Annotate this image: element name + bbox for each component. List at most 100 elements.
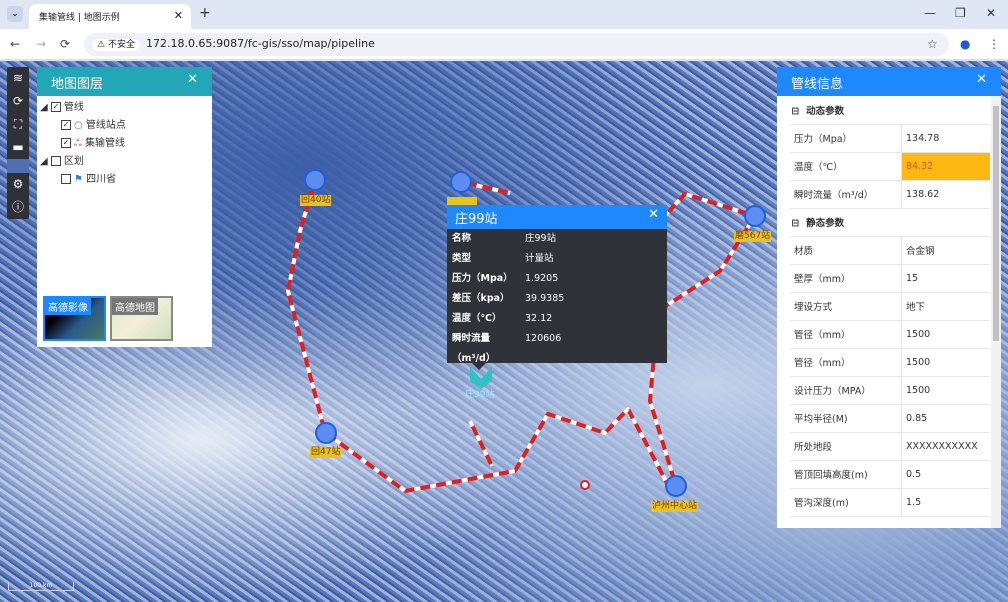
new-tab-button[interactable]: + bbox=[199, 5, 211, 21]
property-row: 管沟深度(m) 1.5 bbox=[777, 488, 990, 517]
layers-icon[interactable]: ≋ bbox=[7, 67, 29, 90]
close-tab-icon[interactable]: ✕ bbox=[174, 9, 183, 22]
browser-tab[interactable]: 集输管线 | 地图示例 ✕ bbox=[29, 4, 191, 29]
property-row: 温度（℃） 84.32 bbox=[777, 152, 990, 181]
property-value: 地下 bbox=[901, 292, 990, 321]
close-icon[interactable]: ✕ bbox=[187, 72, 198, 87]
url-text: 172.18.0.65:9087/fc-gis/sso/map/pipeline bbox=[145, 37, 375, 50]
checkbox[interactable]: ✓ bbox=[61, 138, 71, 148]
property-value: 1.5 bbox=[901, 488, 990, 517]
property-row: 设计压力（MPA） 1500 bbox=[777, 376, 990, 405]
station-popup: 庄99站 ✕ 名称 庄99站 类型 计量站 压力（Mpa） 1.9205 差压（kpa） 39.… bbox=[447, 205, 667, 364]
property-row: 压力（Mpa） 134.78 bbox=[777, 124, 990, 153]
close-window-button[interactable]: ✕ bbox=[986, 6, 996, 20]
station-label: 庄99站 bbox=[465, 390, 495, 400]
basemap-switcher: 高德影像 高德地图 bbox=[43, 296, 173, 341]
region-flag-icon: ⚑ bbox=[74, 174, 83, 185]
toolbar-gap bbox=[7, 159, 29, 173]
popup-key: 温度（℃） bbox=[452, 313, 502, 324]
popup-row: 差压（kpa） 39.9385 bbox=[447, 289, 667, 309]
popup-title: 庄99站 bbox=[455, 212, 498, 227]
close-icon[interactable]: ✕ bbox=[976, 72, 987, 87]
property-value: XXXXXXXXXXX bbox=[901, 432, 990, 461]
browser-tab-bar: ⌄ 集输管线 | 地图示例 ✕ + — ❐ ✕ bbox=[0, 0, 1008, 29]
tab-search-button[interactable]: ⌄ bbox=[7, 6, 23, 22]
minimize-button[interactable]: — bbox=[924, 6, 936, 20]
property-key: 设计压力（MPA） bbox=[777, 376, 902, 405]
basemap-street[interactable]: 高德地图 bbox=[110, 296, 173, 341]
property-key: 温度（℃） bbox=[777, 152, 902, 181]
property-row: 瞬时流量（m³/d） 138.62 bbox=[777, 180, 990, 209]
popup-row: 名称 庄99站 bbox=[447, 229, 667, 249]
tree-node-stations[interactable]: ✓ ○ 管线站点 bbox=[37, 117, 212, 135]
property-value: 15 bbox=[901, 264, 990, 293]
property-key: 管沟深度(m) bbox=[777, 488, 902, 517]
layers-panel-title: 地图图层 bbox=[51, 77, 104, 92]
security-warning[interactable]: ⚠ 不安全 bbox=[92, 39, 140, 51]
close-icon[interactable]: ✕ bbox=[648, 207, 659, 222]
checkbox[interactable]: ✓ bbox=[61, 120, 71, 130]
checkbox[interactable]: ✓ bbox=[50, 102, 61, 112]
property-grid: ⊟ 动态参数 压力（Mpa） 134.78 温度（℃） 84.32 瞬时流量（m³/d） 1… bbox=[777, 96, 990, 517]
popup-value: 120606 bbox=[525, 333, 562, 344]
station-label: 回40站 bbox=[300, 195, 332, 206]
info-icon[interactable]: ⓘ bbox=[7, 196, 29, 219]
settings-icon[interactable]: ⚙ bbox=[7, 173, 29, 196]
forward-button[interactable]: → bbox=[36, 37, 46, 51]
property-row: 管径（mm） 1500 bbox=[777, 320, 990, 349]
ruler-icon[interactable]: ▬ bbox=[7, 136, 29, 159]
maximize-button[interactable]: ❐ bbox=[955, 6, 966, 20]
property-value: 0.85 bbox=[901, 404, 990, 433]
checkbox[interactable] bbox=[50, 156, 61, 166]
profile-icon[interactable]: ● bbox=[960, 37, 970, 51]
map-toolbar: ≋ ⟳ ⛶ ▬ ⚙ ⓘ bbox=[7, 67, 29, 219]
property-key: 埋设方式 bbox=[777, 292, 902, 321]
property-row: 壁厚（mm） 15 bbox=[777, 264, 990, 293]
reload-button[interactable]: ⟳ bbox=[60, 37, 70, 51]
property-value: 1500 bbox=[901, 348, 990, 377]
station-label: 磨567站 bbox=[734, 231, 772, 242]
checkbox[interactable] bbox=[61, 174, 71, 184]
property-value: 1500 bbox=[901, 376, 990, 405]
address-bar-row: ← → ⟳ ⚠ 不安全 172.18.0.65:9087/fc-gis/sso/m… bbox=[0, 29, 1008, 60]
popup-key: 瞬时流量（m³/d） bbox=[452, 333, 496, 364]
property-key: 平均半径(M) bbox=[777, 404, 902, 433]
basemap-satellite[interactable]: 高德影像 bbox=[43, 296, 106, 341]
property-value: 138.62 bbox=[901, 180, 990, 209]
property-row: 平均半径(M) 0.85 bbox=[777, 404, 990, 433]
popup-row: 瞬时流量（m³/d） 120606 bbox=[447, 329, 667, 364]
info-panel-title: 管线信息 bbox=[791, 77, 844, 92]
popup-key: 类型 bbox=[452, 253, 472, 264]
property-key: 压力（Mpa） bbox=[777, 124, 902, 153]
group-header[interactable]: ⊟ 动态参数 bbox=[783, 96, 990, 125]
bookmark-star-icon[interactable]: ☆ bbox=[927, 37, 938, 51]
url-input[interactable]: ⚠ 不安全 172.18.0.65:9087/fc-gis/sso/map/pip… bbox=[84, 33, 949, 56]
refresh-icon[interactable]: ⟳ bbox=[7, 90, 29, 113]
station-marker bbox=[304, 169, 326, 191]
station-marker bbox=[315, 422, 337, 444]
layer-tree: ◢ ✓ 管线 ✓ ○ 管线站点 ✓ ஃ 集输管线 ◢ 区划 ⚑ 四川省 bbox=[37, 96, 212, 192]
station-label-blurred bbox=[447, 197, 477, 205]
property-key: 壁厚（mm） bbox=[777, 264, 902, 293]
popup-key: 差压（kpa） bbox=[452, 293, 510, 304]
station-label: 泸州中心站 bbox=[651, 501, 699, 512]
property-row: 埋设方式 地下 bbox=[777, 292, 990, 321]
station-marker bbox=[450, 171, 472, 193]
property-value: 84.32 bbox=[901, 152, 990, 181]
fullscreen-icon[interactable]: ⛶ bbox=[7, 113, 29, 136]
back-button[interactable]: ← bbox=[10, 37, 20, 51]
menu-icon[interactable]: ⋮ bbox=[988, 37, 1000, 51]
scrollbar[interactable] bbox=[991, 96, 1001, 528]
tree-node-region[interactable]: ◢ 区划 bbox=[37, 153, 212, 171]
popup-row: 温度（℃） 32.12 bbox=[447, 309, 667, 329]
group-header[interactable]: ⊟ 静态参数 bbox=[783, 208, 990, 237]
property-key: 管径（mm） bbox=[777, 348, 902, 377]
tree-node-sichuan[interactable]: ⚑ 四川省 bbox=[37, 171, 212, 189]
popup-value: 39.9385 bbox=[525, 293, 565, 304]
pipeline-segment bbox=[468, 420, 494, 467]
tree-node-pipelines[interactable]: ✓ ஃ 集输管线 bbox=[37, 135, 212, 153]
popup-value: 庄99站 bbox=[525, 233, 557, 244]
tree-node-pipeline[interactable]: ◢ ✓ 管线 bbox=[37, 99, 212, 117]
pipeline-icon: ஃ bbox=[74, 138, 82, 149]
station-marker bbox=[744, 205, 766, 227]
